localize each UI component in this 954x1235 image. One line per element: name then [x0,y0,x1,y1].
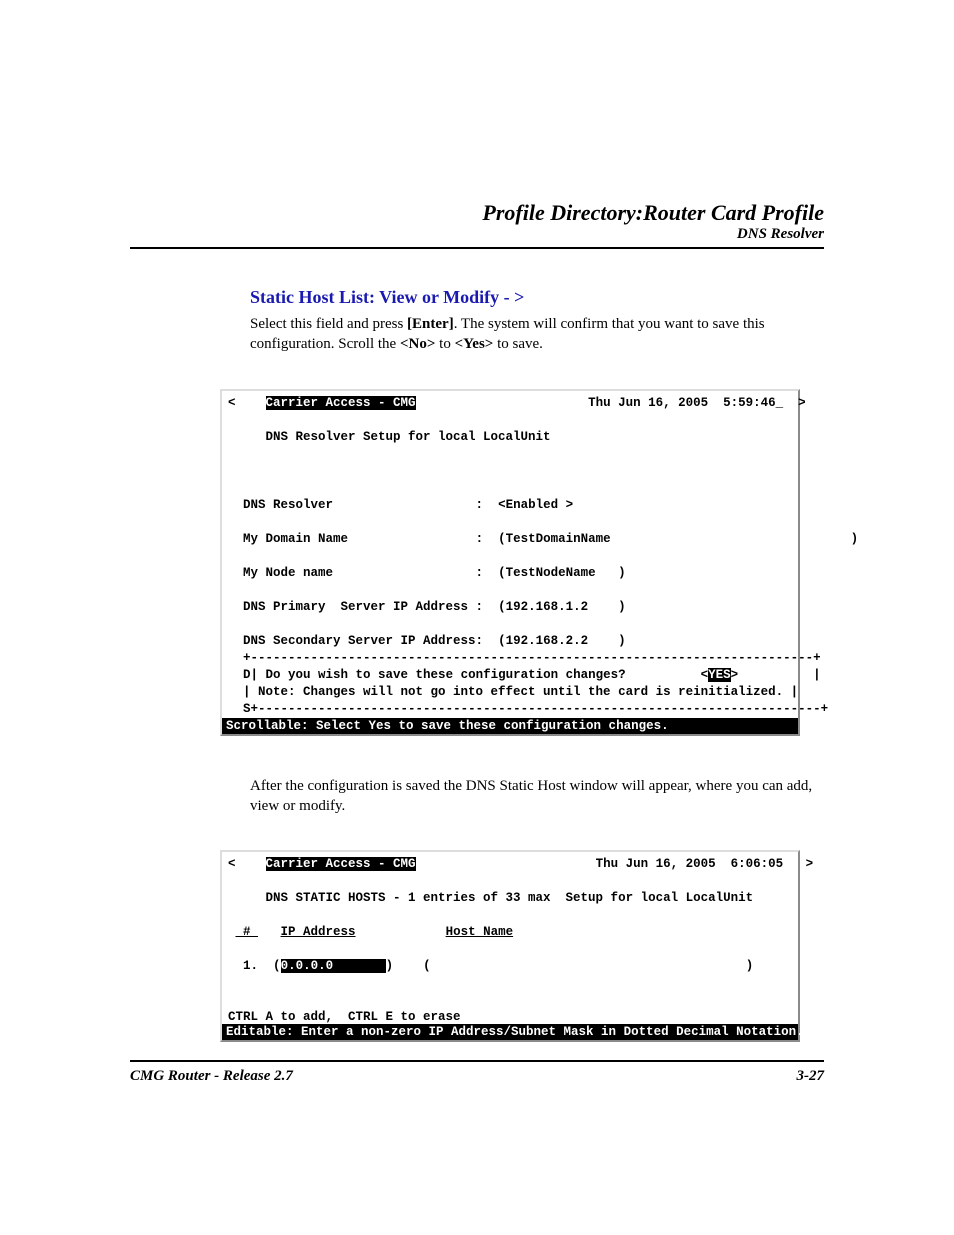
t1-f4-label: DNS Primary Server IP Address : [243,600,483,614]
t2-arrow-right: > [806,857,814,871]
t2-row-num: 1. [236,959,259,973]
t1-box-qend: > | [731,668,821,682]
t1-box-d: D [243,668,251,682]
t1-box-s: S [243,702,251,716]
t1-status-bar: Scrollable: Select Yes to save these con… [222,718,798,734]
no-label: <No> [400,336,435,352]
t2-status-bar: Editable: Enter a non-zero IP Address/Su… [222,1024,798,1040]
t1-f5-value: (192.168.2.2 ) [498,634,626,648]
t2-col-num: # [236,925,259,939]
t2-arrow-left: < [228,857,236,871]
t2-host-close: ) [746,959,754,973]
t2-title: DNS STATIC HOSTS - 1 entries of 33 max S… [228,891,753,905]
t1-f5-label: DNS Secondary Server IP Address: [243,634,483,648]
t1-box-bot: +---------------------------------------… [251,702,829,716]
page-header: Profile Directory:Router Card Profile DN… [130,200,824,243]
yes-label: <Yes> [455,336,494,352]
terminal-screenshot-2: < Carrier Access - CMG Thu Jun 16, 2005 … [220,850,800,1042]
t2-col-host: Host Name [446,925,514,939]
t1-f2-label: My Domain Name [243,532,348,546]
t1-arrow-left: < [228,396,236,410]
footer-rule [130,1060,824,1062]
t2-brand: Carrier Access - CMG [266,857,416,871]
footer-right: 3-27 [797,1068,825,1085]
t1-box-note: | Note: Changes will not go into effect … [228,685,798,699]
t2-ip-open: ( [273,959,281,973]
t2-help-bar: CTRL A to add, CTRL E to erase [222,1009,798,1024]
enter-key-label: [Enter] [407,316,454,332]
t2-ip-mid: .0.0.0 [288,959,386,973]
t1-f4-value: (192.168.1.2 ) [498,600,626,614]
t1-timestamp: Thu Jun 16, 2005 5:59:46_ [588,396,783,410]
t1-box-top: +---------------------------------------… [228,651,821,665]
section-body: Select this field and press [Enter]. The… [250,314,824,355]
t1-box-yes: YES [708,668,731,682]
t2-ip-0: 0 [281,959,289,973]
header-subtitle: DNS Resolver [130,226,824,243]
terminal-content-2: < Carrier Access - CMG Thu Jun 16, 2005 … [222,852,798,1009]
t1-title: DNS Resolver Setup for local LocalUnit [228,430,551,444]
header-rule [130,247,824,249]
t2-host-open: ( [423,959,431,973]
terminal-screenshot-1: < Carrier Access - CMG Thu Jun 16, 2005 … [220,389,800,736]
header-title: Profile Directory:Router Card Profile [130,200,824,226]
t1-f3-value: (TestNodeName ) [498,566,626,580]
t1-f3-label: My Node name [243,566,333,580]
t1-f2-value: (TestDomainName [498,532,611,546]
after-text: After the configuration is saved the DNS… [250,776,824,817]
terminal-content-1: < Carrier Access - CMG Thu Jun 16, 2005 … [222,391,798,718]
t1-arrow-right: > [798,396,806,410]
t2-col-ip: IP Address [281,925,356,939]
body-text-1: Select this field and press [250,316,407,332]
page-footer: CMG Router - Release 2.7 3-27 [130,1060,824,1085]
t2-ip-close: ) [386,959,394,973]
body-text-3: to [435,336,454,352]
section-heading: Static Host List: View or Modify - > [250,287,824,308]
t1-brand: Carrier Access - CMG [266,396,416,410]
t1-f2-trail: ) [851,532,859,546]
t1-box-q: | Do you wish to save these configuratio… [251,668,709,682]
t2-timestamp: Thu Jun 16, 2005 6:06:05 [596,857,784,871]
t1-f1-label: DNS Resolver [243,498,333,512]
footer-left: CMG Router - Release 2.7 [130,1068,293,1085]
body-text-4: to save. [493,336,543,352]
t1-f1-value: <Enabled > [498,498,573,512]
document-page: Profile Directory:Router Card Profile DN… [0,0,954,1235]
